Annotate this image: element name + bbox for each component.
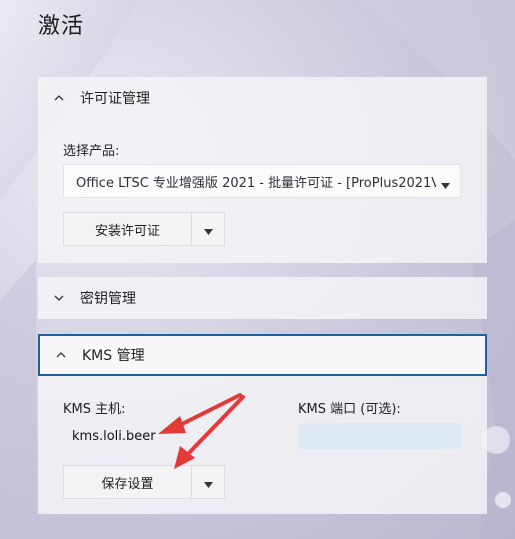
dropdown-arrow-icon: [203, 220, 213, 239]
product-label: 选择产品:: [63, 144, 120, 159]
install-license-split-button: 安装许可证: [63, 212, 225, 246]
kms-panel: KMS 管理 KMS 主机: kms.loli.beer KMS 端口 (可选)…: [38, 334, 487, 514]
save-settings-button[interactable]: 保存设置: [63, 465, 192, 499]
save-settings-dropdown[interactable]: [192, 465, 225, 499]
install-license-dropdown[interactable]: [192, 212, 225, 246]
chevron-down-icon: [52, 291, 66, 305]
save-settings-split-button: 保存设置: [63, 465, 225, 499]
page-title: 激活: [38, 14, 85, 39]
kms-port-label: KMS 端口 (可选):: [298, 402, 401, 417]
chevron-up-icon: [54, 348, 68, 362]
kms-section-header[interactable]: KMS 管理: [38, 334, 487, 376]
dropdown-arrow-icon: [203, 473, 213, 492]
key-section-title: 密钥管理: [80, 291, 136, 307]
product-select-value: Office LTSC 专业增强版 2021 - 批量许可证 - [ProPlu…: [76, 175, 436, 191]
kms-port-input[interactable]: [299, 423, 461, 449]
license-panel: 许可证管理 选择产品: Office LTSC 专业增强版 2021 - 批量许…: [38, 77, 487, 263]
chevron-up-icon: [52, 91, 66, 105]
product-select[interactable]: Office LTSC 专业增强版 2021 - 批量许可证 - [ProPlu…: [63, 164, 461, 198]
key-section-header[interactable]: 密钥管理: [38, 277, 487, 319]
key-panel: 密钥管理: [38, 277, 487, 319]
install-license-button[interactable]: 安装许可证: [63, 212, 192, 246]
license-section-title: 许可证管理: [80, 91, 150, 107]
kms-host-label: KMS 主机:: [63, 402, 126, 417]
license-section-header[interactable]: 许可证管理: [38, 77, 487, 119]
dropdown-arrow-icon: [441, 178, 450, 193]
kms-host-input[interactable]: kms.loli.beer: [63, 423, 213, 449]
kms-section-title: KMS 管理: [82, 348, 145, 364]
